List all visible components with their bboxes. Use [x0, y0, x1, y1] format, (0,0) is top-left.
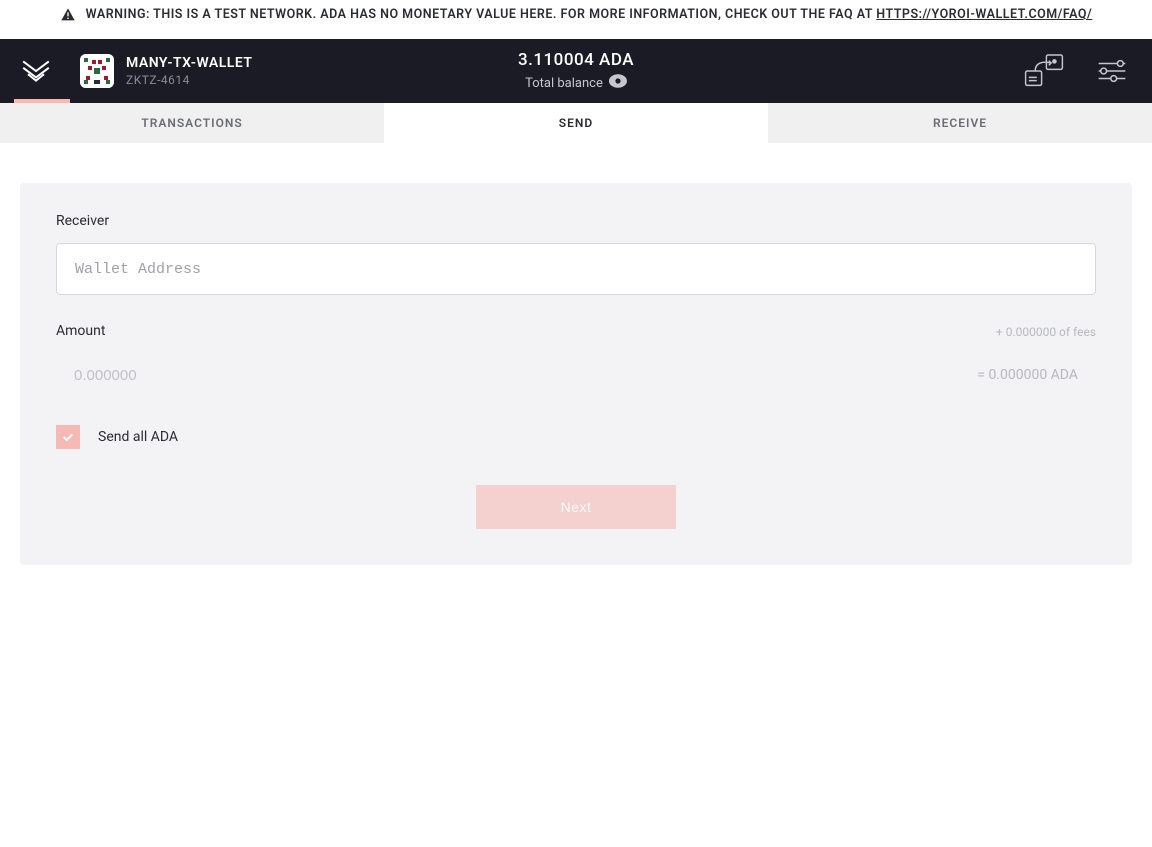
delegation-icon[interactable] [1024, 51, 1064, 91]
fees-text: + 0.000000 of fees [996, 325, 1096, 339]
warning-triangle-icon [60, 7, 76, 27]
amount-header: Amount + 0.000000 of fees [56, 323, 1096, 339]
warning-faq-link[interactable]: HTTPS://YOROI-WALLET.COM/FAQ/ [876, 7, 1092, 22]
receiver-label: Receiver [56, 213, 1096, 229]
amount-equals: = 0.000000 ADA [977, 367, 1078, 383]
send-all-label: Send all ADA [98, 429, 178, 445]
eye-icon[interactable] [609, 74, 627, 92]
amount-input-wrapper: = 0.000000 ADA [56, 349, 1096, 401]
tabs: TRANSACTIONS SEND RECEIVE [0, 103, 1152, 143]
wallet-name: MANY-TX-WALLET [126, 55, 252, 71]
menu-indicator [14, 99, 70, 103]
content: Receiver Amount + 0.000000 of fees = 0.0… [0, 143, 1152, 605]
balance-label-row: Total balance [525, 74, 627, 92]
receiver-input-wrapper [56, 243, 1096, 295]
balance-label: Total balance [525, 76, 603, 91]
send-form-card: Receiver Amount + 0.000000 of fees = 0.0… [20, 183, 1132, 565]
checkmark-icon [61, 430, 75, 444]
next-button[interactable]: Next [476, 485, 676, 529]
tab-receive[interactable]: RECEIVE [768, 103, 1152, 143]
app-header: MANY-TX-WALLET ZKTZ-4614 3.110004 ADA To… [0, 39, 1152, 103]
settings-sliders-icon[interactable] [1092, 51, 1132, 91]
amount-label: Amount [56, 323, 105, 339]
yoroi-icon[interactable] [20, 55, 52, 87]
balance-amount: 3.110004 ADA [518, 50, 634, 70]
wallet-info[interactable]: MANY-TX-WALLET ZKTZ-4614 [80, 54, 252, 88]
send-all-row: Send all ADA [56, 425, 1096, 449]
tab-transactions[interactable]: TRANSACTIONS [0, 103, 384, 143]
header-actions [1024, 51, 1132, 91]
tab-send[interactable]: SEND [384, 103, 768, 143]
wallet-id: ZKTZ-4614 [126, 73, 252, 87]
balance-section: 3.110004 ADA Total balance [518, 50, 634, 92]
warning-text-prefix: WARNING: THIS IS A TEST NETWORK. ADA HAS… [86, 7, 877, 22]
amount-input[interactable] [56, 349, 1096, 401]
warning-text: WARNING: THIS IS A TEST NETWORK. ADA HAS… [86, 5, 1093, 25]
receiver-input[interactable] [56, 243, 1096, 295]
warning-banner: WARNING: THIS IS A TEST NETWORK. ADA HAS… [0, 0, 1152, 39]
wallet-text: MANY-TX-WALLET ZKTZ-4614 [126, 55, 252, 87]
wallet-avatar [80, 54, 114, 88]
send-all-checkbox[interactable] [56, 425, 80, 449]
